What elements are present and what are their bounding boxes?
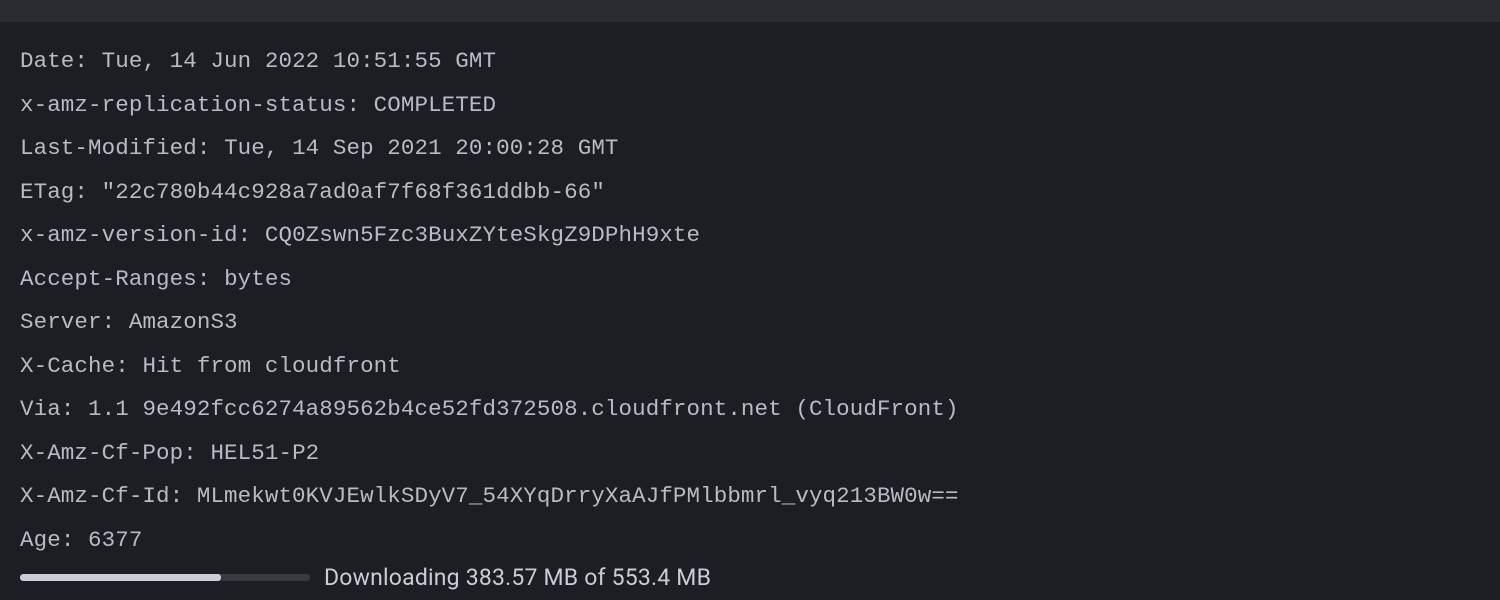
progress-bar-fill	[20, 574, 221, 581]
header-value: 1.1 9e492fcc6274a89562b4ce52fd372508.clo…	[88, 396, 959, 422]
header-value: bytes	[224, 266, 292, 292]
download-status-text: Downloading 383.57 MB of 553.4 MB	[324, 564, 711, 591]
header-value: AmazonS3	[129, 309, 238, 335]
terminal-output: Date: Tue, 14 Jun 2022 10:51:55 GMT x-am…	[0, 22, 1500, 562]
header-value: Tue, 14 Sep 2021 20:00:28 GMT	[224, 135, 618, 161]
header-value: HEL51-P2	[210, 440, 319, 466]
download-status-line: Downloading 383.57 MB of 553.4 MB	[20, 564, 711, 590]
http-header-line: Date: Tue, 14 Jun 2022 10:51:55 GMT	[20, 40, 1480, 84]
header-key: Date	[20, 48, 74, 74]
http-header-line: Accept-Ranges: bytes	[20, 258, 1480, 302]
header-key: Via	[20, 396, 61, 422]
http-header-line: X-Cache: Hit from cloudfront	[20, 345, 1480, 389]
http-header-line: Age: 6377	[20, 519, 1480, 563]
progress-bar	[20, 574, 310, 581]
header-key: Accept-Ranges	[20, 266, 197, 292]
http-header-line: Via: 1.1 9e492fcc6274a89562b4ce52fd37250…	[20, 388, 1480, 432]
header-key: Server	[20, 309, 102, 335]
header-value: COMPLETED	[374, 92, 496, 118]
window-title-bar	[0, 0, 1500, 22]
header-value: Tue, 14 Jun 2022 10:51:55 GMT	[102, 48, 496, 74]
header-value: CQ0Zswn5Fzc3BuxZYteSkgZ9DPhH9xte	[265, 222, 700, 248]
http-header-line: Server: AmazonS3	[20, 301, 1480, 345]
header-key: x-amz-replication-status	[20, 92, 346, 118]
header-key: Age	[20, 527, 61, 553]
http-header-line: x-amz-version-id: CQ0Zswn5Fzc3BuxZYteSkg…	[20, 214, 1480, 258]
header-key: ETag	[20, 179, 74, 205]
header-value: "22c780b44c928a7ad0af7f68f361ddbb-66"	[102, 179, 605, 205]
header-key: Last-Modified	[20, 135, 197, 161]
http-header-line: x-amz-replication-status: COMPLETED	[20, 84, 1480, 128]
http-header-line: X-Amz-Cf-Id: MLmekwt0KVJEwlkSDyV7_54XYqD…	[20, 475, 1480, 519]
header-key: X-Amz-Cf-Id	[20, 483, 170, 509]
header-key: X-Amz-Cf-Pop	[20, 440, 183, 466]
http-header-line: X-Amz-Cf-Pop: HEL51-P2	[20, 432, 1480, 476]
header-value: Hit from cloudfront	[142, 353, 400, 379]
http-header-line: Last-Modified: Tue, 14 Sep 2021 20:00:28…	[20, 127, 1480, 171]
header-key: x-amz-version-id	[20, 222, 238, 248]
header-value: MLmekwt0KVJEwlkSDyV7_54XYqDrryXaAJfPMlbb…	[197, 483, 959, 509]
http-header-line: ETag: "22c780b44c928a7ad0af7f68f361ddbb-…	[20, 171, 1480, 215]
header-key: X-Cache	[20, 353, 115, 379]
header-value: 6377	[88, 527, 142, 553]
